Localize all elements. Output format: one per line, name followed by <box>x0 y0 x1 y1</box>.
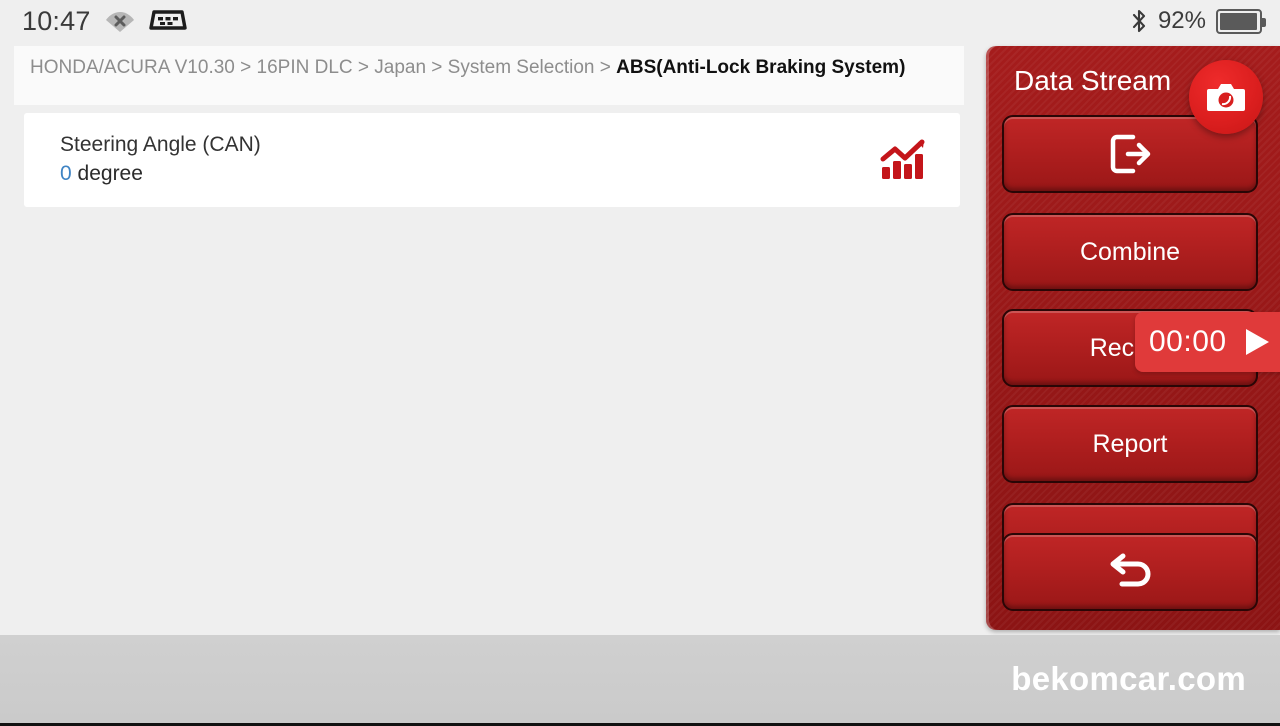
panel-title: Data Stream <box>1014 65 1172 96</box>
camera-icon <box>1206 81 1246 113</box>
back-button[interactable] <box>1002 533 1258 611</box>
screenshot-camera-button[interactable] <box>1189 60 1263 134</box>
footer-bar: bekomcar.com <box>0 635 1280 723</box>
combine-button[interactable]: Combine <box>1002 213 1258 291</box>
bar-chart-icon[interactable] <box>880 139 928 181</box>
breadcrumb-path: HONDA/ACURA V10.30 > 16PIN DLC > Japan >… <box>30 57 617 78</box>
record-elapsed-time: 00:00 <box>1149 325 1227 358</box>
parameter-value: 0 <box>60 162 72 185</box>
play-icon[interactable] <box>1243 327 1271 357</box>
parameter-unit: degree <box>77 162 143 185</box>
status-bar: 10:47 92% <box>0 0 1280 42</box>
battery-percent-label: 92% <box>1157 7 1206 34</box>
status-bar-left: 10:47 <box>22 0 187 42</box>
breadcrumb[interactable]: HONDA/ACURA V10.30 > 16PIN DLC > Japan >… <box>14 46 964 105</box>
bluetooth-icon <box>1130 8 1148 34</box>
data-stream-item-text: Steering Angle (CAN) 0 degree <box>60 131 261 189</box>
status-clock: 10:47 <box>22 5 91 36</box>
report-button[interactable]: Report <box>1002 405 1258 483</box>
exit-icon <box>1107 133 1153 175</box>
battery-icon <box>1216 8 1266 34</box>
parameter-value-row: 0 degree <box>60 159 261 189</box>
wifi-off-icon <box>105 8 135 34</box>
data-stream-item-row[interactable]: Steering Angle (CAN) 0 degree <box>24 113 960 207</box>
record-timer-overlay[interactable]: 00:00 <box>1135 312 1280 372</box>
breadcrumb-current: ABS(Anti-Lock Braking System) <box>616 57 906 78</box>
report-button-label: Report <box>1092 429 1168 458</box>
back-arrow-icon <box>1102 550 1158 594</box>
combine-button-label: Combine <box>1079 237 1181 266</box>
parameter-name: Steering Angle (CAN) <box>60 133 261 156</box>
watermark-label: bekomcar.com <box>1011 660 1246 697</box>
app-screen: 10:47 92% HONDA/ACURA V10.30 > 16PIN DLC… <box>0 0 1280 726</box>
obd-connector-icon <box>148 8 187 34</box>
status-bar-right: 92% <box>1130 0 1266 42</box>
